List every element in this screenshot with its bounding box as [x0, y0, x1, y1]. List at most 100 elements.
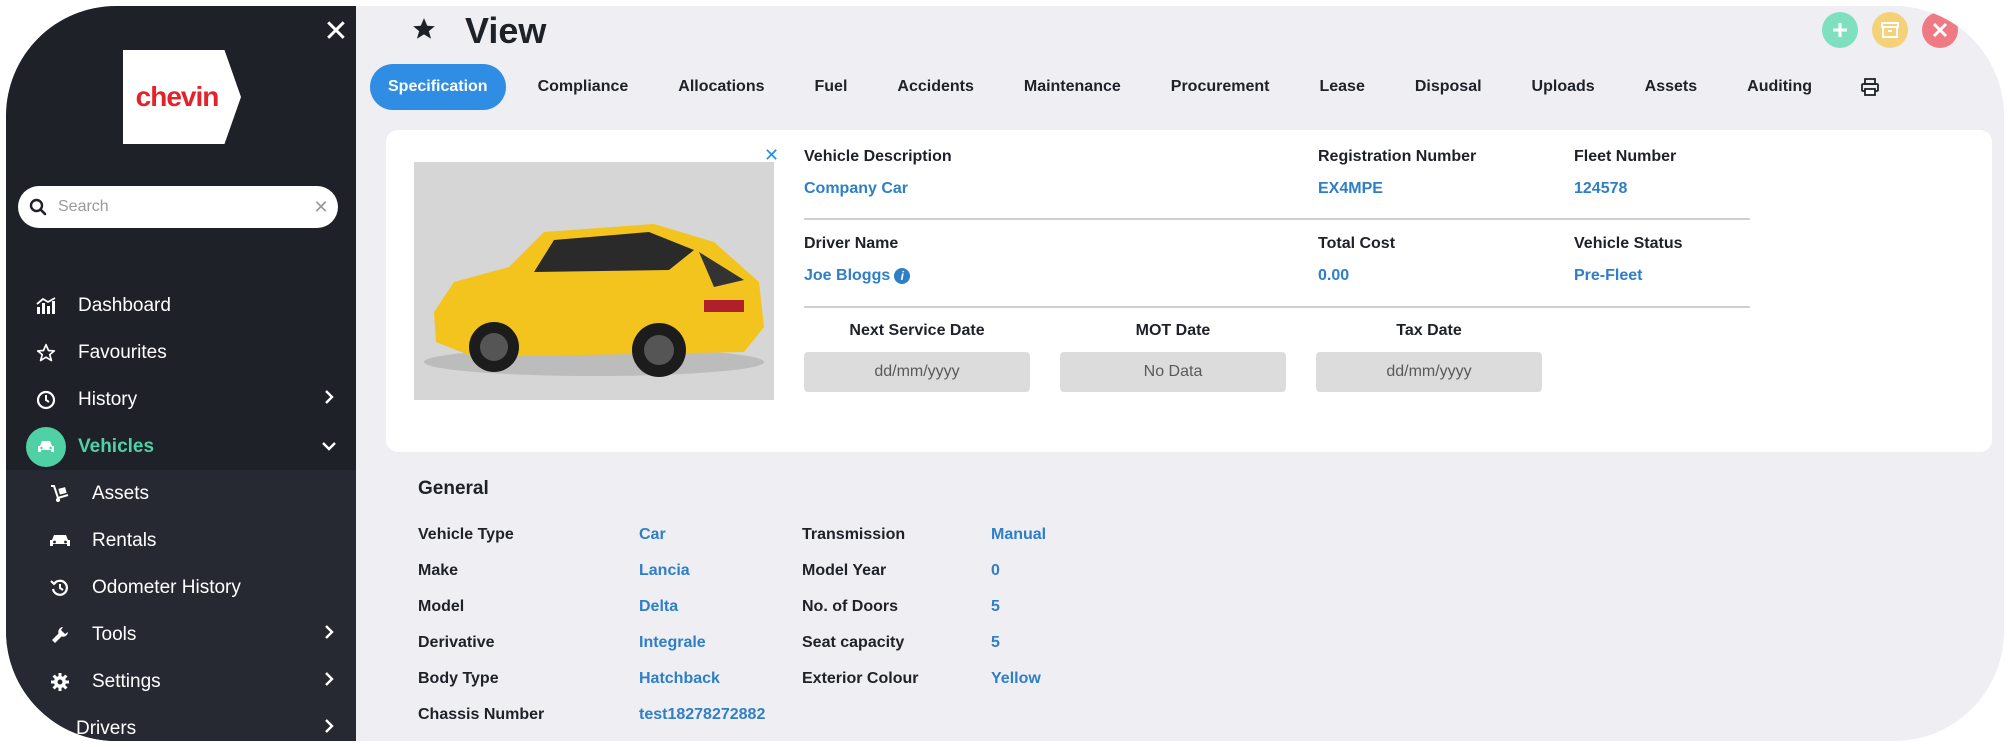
star-icon[interactable] [411, 16, 437, 47]
nav-rentals[interactable]: Rentals [6, 517, 356, 564]
remove-photo-icon[interactable]: ✕ [764, 145, 779, 166]
tab-uploads[interactable]: Uploads [1514, 64, 1613, 110]
spec-label: Chassis Number [418, 706, 545, 723]
spec-label: No. of Doors [802, 598, 898, 615]
spec-value[interactable]: 5 [991, 598, 1000, 616]
info-icon[interactable]: i [894, 268, 911, 284]
search-box: ✕ [18, 186, 338, 228]
spec-value[interactable]: Lancia [639, 562, 690, 580]
vehicle-photo [414, 162, 774, 400]
next-service-date: Next Service Date dd/mm/yyyy [804, 322, 1030, 392]
nav-label: Rentals [92, 529, 157, 551]
car-front-icon [46, 527, 74, 555]
print-button[interactable] [1854, 71, 1886, 103]
spec-label: Exterior Colour [802, 670, 919, 687]
archive-icon [1881, 22, 1899, 38]
field-registration-number: Registration Number EX4MPE [1318, 148, 1476, 198]
field-vehicle-status: Vehicle Status Pre-Fleet [1574, 235, 1683, 285]
mot-date-field[interactable]: No Data [1060, 352, 1286, 392]
tab-fuel[interactable]: Fuel [797, 64, 866, 110]
logo[interactable]: chevin [123, 50, 241, 144]
driver-name-link[interactable]: Joe Bloggs [804, 267, 890, 285]
dashboard-icon [32, 292, 60, 320]
spec-value[interactable]: Delta [639, 598, 678, 616]
nav-tools[interactable]: Tools [6, 611, 356, 658]
tax-date-field[interactable]: dd/mm/yyyy [1316, 352, 1542, 392]
close-sidebar-icon[interactable]: ✕ [318, 14, 354, 50]
tab-lease[interactable]: Lease [1301, 64, 1382, 110]
field-fleet-number: Fleet Number 124578 [1574, 148, 1676, 198]
spec-value[interactable]: 5 [991, 634, 1000, 652]
nav-dashboard[interactable]: Dashboard [6, 282, 356, 329]
chevron-right-icon [314, 389, 344, 410]
spec-value[interactable]: test18278272882 [639, 706, 765, 724]
field-label: Total Cost [1318, 235, 1396, 252]
sidebar: ✕ chevin ✕ Dashboard Favourites Hist [6, 6, 356, 741]
nav-label: Vehicles [78, 435, 155, 457]
nav-vehicles[interactable]: Vehicles [6, 423, 356, 470]
spec-value[interactable]: Car [639, 526, 666, 544]
nav-history[interactable]: History [6, 376, 356, 423]
nav-drivers[interactable]: Drivers [6, 705, 356, 741]
spec-label: Make [418, 562, 459, 579]
spec-value[interactable]: Integrale [639, 634, 706, 652]
nav-assets[interactable]: Assets [6, 470, 356, 517]
field-label: Fleet Number [1574, 148, 1677, 165]
clear-search-icon[interactable]: ✕ [304, 197, 338, 218]
nav-label: Tools [92, 623, 137, 645]
date-label: MOT Date [1135, 322, 1211, 339]
vehicle-description-link[interactable]: Company Car [804, 180, 952, 198]
app-window: ✕ chevin ✕ Dashboard Favourites Hist [6, 6, 2004, 741]
registration-number-link[interactable]: EX4MPE [1318, 180, 1476, 198]
tab-procurement[interactable]: Procurement [1153, 64, 1288, 110]
logo-text: chevin [135, 81, 220, 112]
section-title-general: General [418, 478, 489, 499]
spec-value[interactable]: Yellow [991, 670, 1041, 688]
history-icon [46, 574, 74, 602]
tab-bar: Specification Compliance Allocations Fue… [370, 64, 1886, 110]
tax-date: Tax Date dd/mm/yyyy [1316, 322, 1542, 392]
field-label: Registration Number [1318, 148, 1477, 165]
tab-disposal[interactable]: Disposal [1397, 64, 1500, 110]
spec-value[interactable]: Hatchback [639, 670, 720, 688]
field-label: Vehicle Description [804, 148, 952, 165]
tab-specification[interactable]: Specification [370, 64, 506, 110]
nav-label: Dashboard [78, 294, 171, 316]
search-input[interactable] [58, 198, 304, 216]
nav-label: Drivers [76, 717, 137, 739]
cancel-button[interactable] [1922, 12, 1958, 48]
chevron-right-icon [314, 671, 344, 692]
nav-label: Odometer History [92, 576, 241, 598]
archive-button[interactable] [1872, 12, 1908, 48]
field-vehicle-description: Vehicle Description Company Car [804, 148, 952, 198]
nav-label: History [78, 388, 138, 410]
tab-accidents[interactable]: Accidents [879, 64, 991, 110]
vehicle-status-link[interactable]: Pre-Fleet [1574, 267, 1683, 285]
mot-date: MOT Date No Data [1060, 322, 1286, 392]
fleet-number-link[interactable]: 124578 [1574, 180, 1676, 198]
date-label: Next Service Date [849, 322, 985, 339]
tab-assets[interactable]: Assets [1627, 64, 1715, 110]
print-icon [1861, 78, 1879, 96]
nav-settings[interactable]: Settings [6, 658, 356, 705]
spec-value[interactable]: 0 [991, 562, 1000, 580]
spec-label: Vehicle Type [418, 526, 514, 543]
chevron-right-icon [314, 718, 344, 739]
nav-favourites[interactable]: Favourites [6, 329, 356, 376]
next-service-date-field[interactable]: dd/mm/yyyy [804, 352, 1030, 392]
nav-label: Settings [92, 670, 161, 692]
spec-label: Transmission [802, 526, 906, 543]
nav-label: Assets [92, 482, 150, 504]
tab-maintenance[interactable]: Maintenance [1006, 64, 1139, 110]
nav-odometer-history[interactable]: Odometer History [6, 564, 356, 611]
spec-label: Model Year [802, 562, 887, 579]
main-content: View Specification Compliance Allocation… [356, 6, 2004, 741]
add-button[interactable] [1822, 12, 1858, 48]
spec-value[interactable]: Manual [991, 526, 1046, 544]
star-outline-icon [32, 339, 60, 367]
tab-compliance[interactable]: Compliance [520, 64, 647, 110]
tab-allocations[interactable]: Allocations [660, 64, 782, 110]
tab-auditing[interactable]: Auditing [1729, 64, 1830, 110]
total-cost-link[interactable]: 0.00 [1318, 267, 1395, 285]
search-icon [18, 198, 58, 216]
